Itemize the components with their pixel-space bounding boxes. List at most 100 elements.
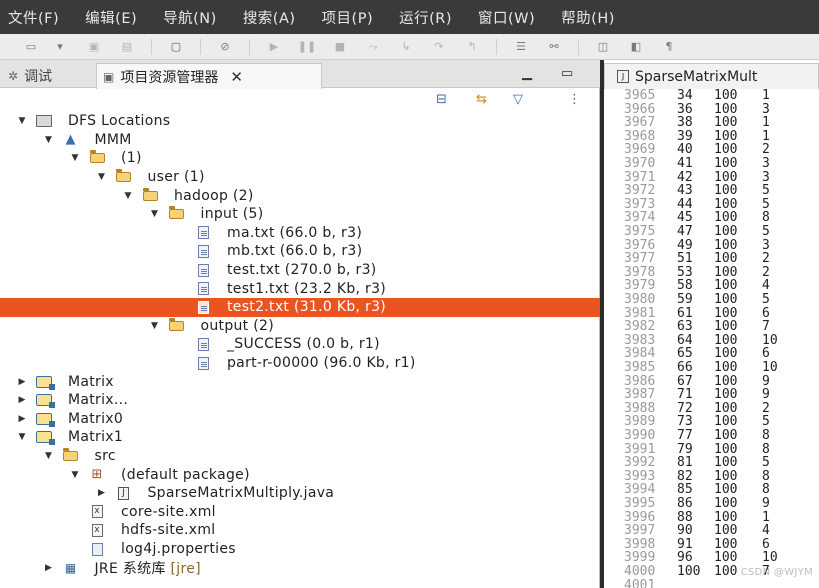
link-with-editor-icon[interactable]: ⇆ [476, 92, 487, 107]
new-icon[interactable]: ▭ [22, 40, 40, 54]
code-value: 77 [677, 428, 693, 443]
code-value: 44 [677, 196, 693, 212]
console-icon[interactable]: ▢ [167, 40, 185, 54]
collapse-all-icon[interactable]: ⊟ [436, 92, 447, 107]
tree-item[interactable]: ▼ ⊞ (default package) [0, 465, 600, 484]
step-over-icon[interactable]: ↷ [430, 40, 448, 54]
code-line: 3966 36 100 3 [604, 102, 819, 117]
expand-arrow-icon[interactable]: ▼ [70, 153, 80, 163]
disconnect-icon[interactable]: ⤳ [364, 40, 382, 54]
collapsed-arrow-icon[interactable]: ▶ [17, 395, 27, 405]
tree-item[interactable]: x core-site.xml [0, 503, 600, 522]
terminate-icon[interactable]: ■ [331, 40, 349, 54]
suspend-icon[interactable]: ❚❚ [298, 40, 316, 54]
tree-item[interactable]: ▼ hadoop (2) [0, 186, 600, 205]
code-value: 100 [714, 332, 738, 348]
tree-item[interactable]: ▶ J SparseMatrixMultiply.java [0, 484, 600, 503]
filter-icon[interactable]: ▽ [513, 92, 523, 107]
tree-item[interactable]: x hdfs-site.xml [0, 521, 600, 540]
line-number: 3988 [624, 400, 656, 416]
tab-debug[interactable]: ✲ 调试 [8, 64, 52, 88]
line-number: 3996 [624, 509, 656, 525]
step-return-icon[interactable]: ↰ [463, 40, 481, 54]
tree-item[interactable]: test2.txt (31.0 Kb, r3) [0, 298, 600, 317]
line-number: 3978 [624, 264, 656, 280]
line-number: 3974 [624, 210, 656, 226]
menu-item[interactable]: 编辑(E) [85, 7, 137, 28]
tree-item[interactable]: log4j.properties [0, 540, 600, 559]
line-number: 3991 [624, 441, 656, 457]
tree-item[interactable]: ▼ DFS Locations [0, 112, 600, 131]
editor-tab[interactable]: J SparseMatrixMult [604, 63, 819, 89]
tree-item[interactable]: ▼ ▲ MMM [0, 131, 600, 150]
line-number: 4001 [624, 577, 656, 588]
editor-tab-title: SparseMatrixMult [635, 68, 758, 85]
paragraph-icon[interactable]: ¶ [660, 40, 678, 54]
code-value: 88 [677, 509, 693, 525]
menu-item[interactable]: 帮助(H) [561, 7, 615, 28]
code-value: 100 [714, 373, 738, 389]
link-icon[interactable]: ⚯ [545, 40, 563, 54]
menu-item[interactable]: 搜索(A) [243, 7, 296, 28]
menu-item[interactable]: 运行(R) [399, 7, 452, 28]
menu-item[interactable]: 窗口(W) [478, 7, 535, 28]
close-icon[interactable]: ✕ [230, 68, 243, 86]
tree-item[interactable]: ▼ output (2) [0, 317, 600, 336]
code-value: 100 [714, 400, 738, 416]
code-line: 3979 58 100 4 [604, 279, 819, 293]
maximize-icon[interactable]: ▭ [561, 66, 573, 81]
expand-arrow-icon[interactable]: ▼ [123, 191, 133, 201]
code-value: 2 [762, 142, 770, 158]
skip-breakpoints-icon[interactable]: ⊘ [216, 40, 234, 54]
tree-item[interactable]: test.txt (270.0 b, r3) [0, 261, 600, 280]
expand-arrow-icon[interactable]: ▼ [70, 470, 80, 480]
open-resource-icon[interactable]: ◧ [627, 40, 645, 54]
minimize-icon[interactable]: ▁ [522, 66, 532, 81]
tab-project-explorer[interactable]: ▣ 项目资源管理器 ✕ [96, 63, 322, 89]
tree-item[interactable]: ▼ src [0, 447, 600, 466]
collapsed-arrow-icon[interactable]: ▶ [44, 563, 54, 573]
code-value: 51 [677, 251, 693, 267]
resume-icon[interactable]: ▶ [265, 40, 283, 54]
expand-arrow-icon[interactable]: ▼ [17, 432, 27, 442]
code-area[interactable]: 3965 34 100 1 3966 36 100 3 3967 38 100 1 3968 39 100 1… [604, 88, 819, 588]
save-all-icon[interactable]: ▤ [118, 40, 136, 54]
collapsed-arrow-icon[interactable]: ▶ [17, 377, 27, 387]
tree-item-label: (1) [121, 150, 142, 167]
expand-arrow-icon[interactable]: ▼ [44, 135, 54, 145]
code-value: 100 [714, 564, 738, 579]
tree-item-label: hadoop (2) [174, 187, 254, 204]
expand-arrow-icon[interactable]: ▼ [44, 451, 54, 461]
tree-item[interactable]: test1.txt (23.2 Kb, r3) [0, 279, 600, 298]
toggle-list-icon[interactable]: ☰ [512, 40, 530, 54]
tree-item[interactable]: _SUCCESS (0.0 b, r1) [0, 335, 600, 354]
tree-item[interactable]: ▶ ▦ JRE 系统库 [jre] [0, 558, 600, 577]
menu-item[interactable]: 导航(N) [163, 7, 217, 28]
tree-item[interactable]: ▼ (1) [0, 149, 600, 168]
tree-item[interactable]: ▼ user (1) [0, 168, 600, 187]
tree-item[interactable]: ▶ Matrix... [0, 391, 600, 410]
expand-arrow-icon[interactable]: ▼ [97, 172, 107, 182]
tree-item[interactable]: ▶ Matrix [0, 372, 600, 391]
view-menu-icon[interactable]: ⋮ [568, 92, 581, 107]
tree-item[interactable]: ▶ Matrix0 [0, 410, 600, 429]
code-value: 100 [714, 115, 738, 131]
open-type-icon[interactable]: ◫ [594, 40, 612, 54]
menu-item[interactable]: 项目(P) [322, 7, 374, 28]
step-into-icon[interactable]: ↳ [397, 40, 415, 54]
collapsed-arrow-icon[interactable]: ▶ [17, 414, 27, 424]
tree-item[interactable]: mb.txt (66.0 b, r3) [0, 242, 600, 261]
tree-item[interactable]: ▼ Matrix1 [0, 428, 600, 447]
expand-arrow-icon[interactable]: ▼ [150, 209, 160, 219]
file-icon [195, 300, 211, 314]
tree-item[interactable]: ▼ input (5) [0, 205, 600, 224]
file-icon [195, 337, 211, 351]
expand-arrow-icon[interactable]: ▼ [150, 321, 160, 331]
tree-item[interactable]: ma.txt (66.0 b, r3) [0, 224, 600, 243]
tree-item[interactable]: part-r-00000 (96.0 Kb, r1) [0, 354, 600, 373]
save-icon[interactable]: ▣ [85, 40, 103, 54]
menu-item[interactable]: 文件(F) [8, 7, 59, 28]
collapsed-arrow-icon[interactable]: ▶ [97, 488, 107, 498]
new-dropdown-icon[interactable]: ▾ [55, 40, 65, 54]
expand-arrow-icon[interactable]: ▼ [17, 116, 27, 126]
